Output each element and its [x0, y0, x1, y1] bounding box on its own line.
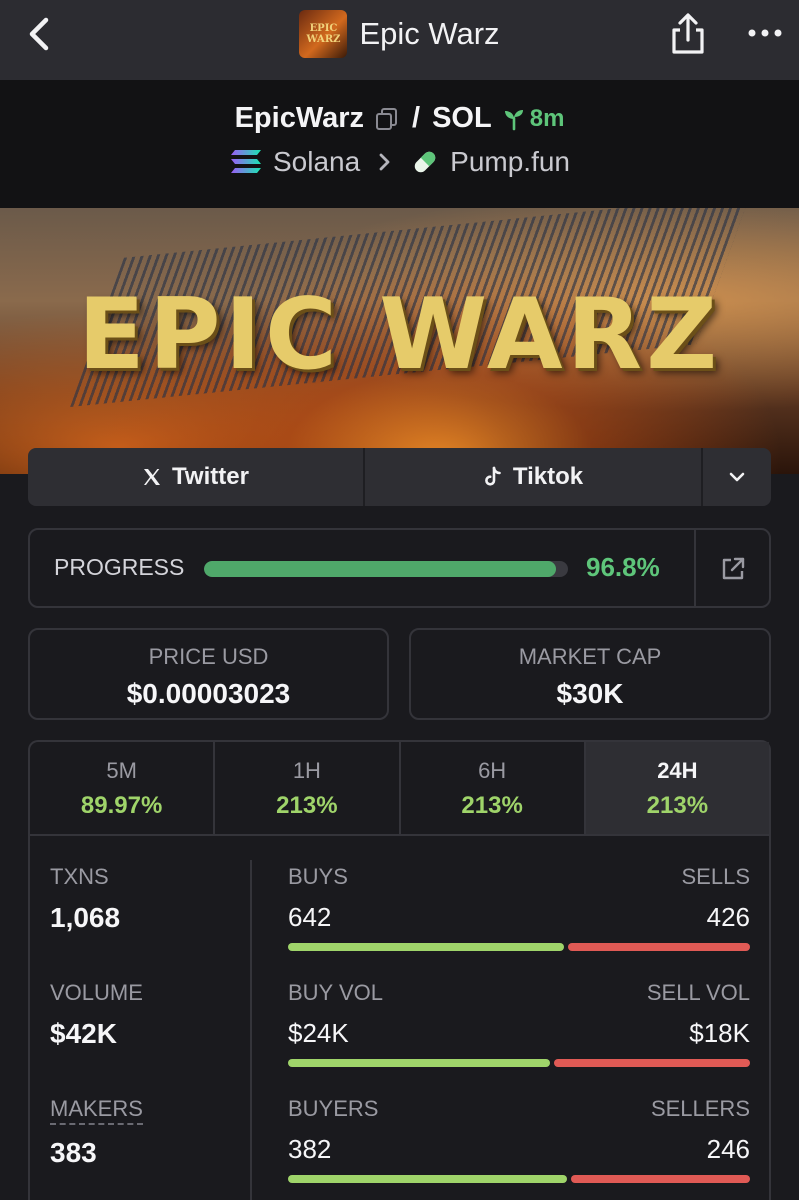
- buys-label: BUYS: [288, 864, 348, 889]
- progress-bar-fill: [204, 561, 557, 577]
- tab-5m[interactable]: 5M 89.97%: [30, 742, 216, 834]
- more-horizontal-icon: [748, 29, 782, 37]
- sellers-value: 246: [706, 1134, 750, 1164]
- market-cap-card: MARKET CAP $30K: [409, 628, 771, 720]
- bonding-progress-card: PROGRESS 96.8%: [28, 528, 771, 608]
- divider: [250, 860, 252, 1200]
- seedling-icon: [504, 109, 523, 130]
- x-logo-icon: [144, 469, 161, 485]
- market-cap-value: $30K: [556, 678, 624, 709]
- txns-label: TXNS: [50, 864, 109, 889]
- sell-share-bar: [553, 1059, 750, 1067]
- chain-name[interactable]: Solana: [273, 146, 360, 178]
- tiktok-link[interactable]: Tiktok: [365, 448, 703, 506]
- price-usd-value: $0.00003023: [126, 678, 291, 709]
- makers-label[interactable]: MAKERS: [50, 1096, 143, 1125]
- makers-metric: MAKERS 383: [50, 1096, 143, 1169]
- social-links: Twitter Tiktok: [28, 448, 771, 506]
- progress-label: PROGRESS: [54, 554, 185, 580]
- twitter-label: Twitter: [172, 463, 249, 490]
- tab-label: 6H: [478, 758, 507, 783]
- buyers-label: BUYERS: [288, 1096, 379, 1121]
- more-button[interactable]: [745, 16, 785, 50]
- price-change: 213%: [276, 792, 338, 819]
- progress-bar: [204, 561, 568, 577]
- tab-6h[interactable]: 6H 213%: [401, 742, 586, 834]
- pair-info: EpicWarz / SOL 8m Solana Pump.fun: [0, 80, 799, 208]
- txns-metric: TXNS 1,068: [50, 864, 120, 934]
- buy-vol-value: $24K: [288, 1018, 349, 1048]
- solana-icon: [230, 150, 261, 173]
- copy-icon[interactable]: [374, 106, 400, 132]
- sell-share-bar: [567, 943, 750, 951]
- price-change: 213%: [461, 792, 523, 819]
- buyers-ratio-bar: [288, 1175, 750, 1183]
- token-symbol: EpicWarz: [234, 102, 365, 134]
- txns-value: 1,068: [50, 902, 121, 933]
- buy-share-bar: [288, 1175, 568, 1183]
- chevron-down-icon: [729, 472, 745, 482]
- banner-title: EPIC WARZ: [77, 278, 722, 392]
- sell-vol-label: SELL VOL: [646, 980, 750, 1005]
- price-change: 89.97%: [80, 792, 163, 819]
- share-button[interactable]: [668, 12, 708, 56]
- buys-value: 642: [288, 902, 332, 932]
- tiktok-label: Tiktok: [512, 463, 584, 490]
- progress-value: 96.8%: [586, 552, 660, 582]
- volume-ratio-bar: [288, 1059, 750, 1067]
- token-logo: EPIC WARZ: [299, 10, 348, 58]
- chevron-right-icon: [379, 153, 390, 171]
- sells-value: 426: [706, 902, 750, 932]
- buy-share-bar: [288, 943, 564, 951]
- tab-label: 24H: [657, 758, 698, 783]
- market-cap-label: MARKET CAP: [518, 644, 662, 669]
- sell-share-bar: [571, 1175, 750, 1183]
- sells-label: SELLS: [681, 864, 751, 889]
- pair-chain-row: Solana Pump.fun: [0, 146, 799, 178]
- sellers-label: SELLERS: [650, 1096, 750, 1121]
- pair-age: 8m: [502, 104, 565, 133]
- tab-label: 5M: [106, 758, 137, 783]
- pair-separator: /: [412, 102, 421, 134]
- dex-name[interactable]: Pump.fun: [450, 146, 570, 178]
- share-icon: [672, 13, 704, 54]
- buys-sells-metric: BUYS SELLS 642 426: [288, 864, 750, 951]
- volume-metric: VOLUME $42K: [50, 980, 143, 1050]
- token-banner: EPIC WARZ: [0, 208, 799, 474]
- logo-text-top: EPIC: [309, 23, 338, 34]
- logo-text-bottom: WARZ: [306, 34, 341, 45]
- buyers-value: 382: [288, 1134, 332, 1164]
- buys-sells-ratio-bar: [288, 943, 750, 951]
- tab-1h[interactable]: 1H 213%: [215, 742, 401, 834]
- tiktok-icon: [484, 466, 501, 486]
- expand-socials-button[interactable]: [703, 448, 771, 506]
- tab-24h[interactable]: 24H 213%: [585, 742, 769, 834]
- price-change: 213%: [646, 792, 709, 819]
- buy-share-bar: [288, 1059, 550, 1067]
- pair-name-row: EpicWarz / SOL 8m: [0, 102, 799, 135]
- volume-label: VOLUME: [50, 980, 143, 1005]
- price-usd-label: PRICE USD: [148, 644, 269, 669]
- buy-vol-label: BUY VOL: [288, 980, 383, 1005]
- metrics-panel: TXNS 1,068 VOLUME $42K MAKERS 383 BUYS S…: [30, 836, 769, 1200]
- page-title: Epic Warz: [359, 16, 500, 51]
- external-link-icon[interactable]: [720, 556, 746, 582]
- pill-icon: [414, 151, 436, 173]
- trading-stats-card: 5M 89.97% 1H 213% 6H 213% 24H 213% TXNS …: [28, 740, 771, 1200]
- buy-sell-volume-metric: BUY VOL SELL VOL $24K $18K: [288, 980, 750, 1067]
- divider: [694, 530, 696, 606]
- quote-symbol: SOL: [432, 102, 492, 134]
- twitter-link[interactable]: Twitter: [28, 448, 365, 506]
- makers-value: 383: [50, 1137, 97, 1168]
- tab-label: 1H: [292, 758, 321, 783]
- sell-vol-value: $18K: [689, 1018, 750, 1048]
- price-usd-card: PRICE USD $0.00003023: [28, 628, 389, 720]
- top-bar: EPIC WARZ Epic Warz: [0, 0, 799, 80]
- volume-value: $42K: [50, 1018, 117, 1049]
- timeframe-tabs: 5M 89.97% 1H 213% 6H 213% 24H 213%: [30, 742, 769, 836]
- buyers-sellers-metric: BUYERS SELLERS 382 246: [288, 1096, 750, 1183]
- pair-age-value: 8m: [529, 104, 565, 132]
